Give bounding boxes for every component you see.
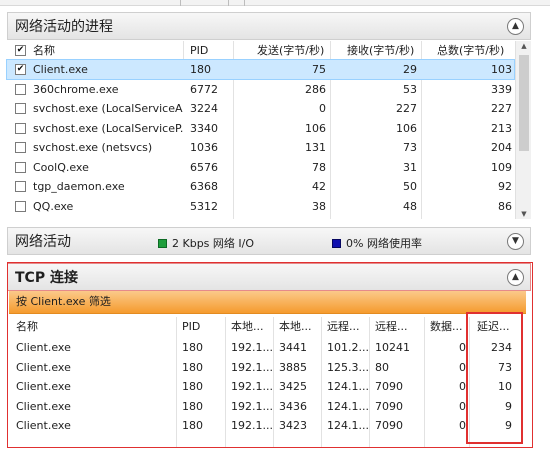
process-pid: 3340 [190, 121, 218, 135]
process-name: QQ.exe [33, 199, 74, 213]
network-io-label: 2 Kbps 网络 I/O [172, 237, 255, 250]
process-pid: 5312 [190, 199, 218, 213]
process-recv: 53 [403, 82, 417, 96]
activity-section-title: 网络活动 [15, 234, 71, 250]
tab-divider [180, 0, 181, 6]
process-send: 106 [305, 121, 326, 135]
process-row[interactable]: ✔ Client.exe 180 75 29 103 [6, 59, 515, 80]
chevron-down-icon[interactable]: ▼ [507, 233, 524, 250]
column-header-recv[interactable]: 接收(字节/秒) [347, 41, 417, 60]
activity-section-header[interactable]: 网络活动 2 Kbps 网络 I/O 0% 网络使用率 ▼ [7, 227, 531, 255]
processes-section-title: 网络活动的进程 [15, 19, 113, 35]
process-name: 360chrome.exe [33, 82, 119, 96]
process-send: 38 [312, 199, 326, 213]
process-recv: 106 [396, 121, 417, 135]
scrollbar-thumb[interactable] [519, 55, 529, 151]
process-recv: 227 [396, 102, 417, 115]
process-name: tgp_daemon.exe [33, 180, 125, 193]
process-name: svchost.exe (LocalServiceA... [33, 102, 183, 115]
process-send: 131 [305, 141, 326, 154]
tab-divider [228, 0, 229, 6]
process-pid: 180 [190, 63, 211, 76]
process-checkbox[interactable] [15, 181, 26, 192]
tcp-section-highlight [7, 262, 533, 448]
network-io-legend: 2 Kbps 网络 I/O [158, 235, 254, 251]
process-total: 204 [491, 141, 512, 154]
process-pid: 1036 [190, 141, 218, 154]
tab-divider [244, 0, 245, 6]
scroll-down-icon[interactable]: ▼ [516, 210, 532, 218]
process-total: 227 [491, 102, 512, 115]
process-name: Client.exe [33, 63, 88, 76]
process-checkbox[interactable] [15, 83, 26, 95]
process-checkbox[interactable] [15, 161, 26, 173]
process-recv: 31 [403, 160, 417, 174]
process-send: 75 [312, 63, 326, 76]
process-recv: 73 [403, 141, 417, 154]
process-send: 42 [312, 180, 326, 193]
select-all-checkbox[interactable]: ✔ [15, 45, 26, 56]
process-recv: 48 [403, 199, 417, 213]
process-total: 103 [491, 63, 512, 76]
latency-column-highlight [466, 312, 523, 444]
process-checkbox[interactable] [15, 122, 26, 134]
process-total: 92 [498, 180, 512, 193]
column-header-send[interactable]: 发送(字节/秒) [257, 41, 327, 60]
network-io-swatch [158, 239, 167, 248]
process-checkbox[interactable]: ✔ [15, 64, 26, 75]
process-pid: 6576 [190, 160, 218, 174]
process-total: 213 [491, 121, 512, 135]
process-recv: 29 [403, 63, 417, 76]
process-total: 339 [491, 82, 512, 96]
chevron-up-icon[interactable]: ▲ [507, 18, 524, 35]
processes-scrollbar[interactable]: ▲ ▼ [515, 41, 531, 219]
processes-table: ✔ 名称 PID 发送(字节/秒) 接收(字节/秒) 总数(字节/秒) ✔ Cli… [6, 41, 515, 219]
process-total: 86 [498, 199, 512, 213]
process-pid: 3224 [190, 102, 218, 115]
top-tab-strip [0, 0, 550, 6]
process-row[interactable]: svchost.exe (netsvcs) 1036 131 73 204 [7, 138, 514, 157]
column-divider [183, 41, 184, 60]
processes-section-header[interactable]: 网络活动的进程 ▲ [7, 12, 531, 40]
column-header-total[interactable]: 总数(字节/秒) [437, 41, 513, 60]
process-row[interactable]: svchost.exe (LocalServiceP... 3340 106 106 2… [7, 119, 514, 138]
process-row[interactable]: CoolQ.exe 6576 78 31 109 [7, 158, 514, 177]
column-header-pid[interactable]: PID [190, 41, 234, 60]
process-name: CoolQ.exe [33, 160, 89, 174]
process-name: svchost.exe (netsvcs) [33, 141, 153, 154]
process-checkbox[interactable] [15, 103, 26, 114]
process-send: 78 [312, 160, 326, 174]
process-row[interactable]: QQ.exe 5312 38 48 86 [7, 197, 514, 216]
process-checkbox[interactable] [15, 200, 26, 212]
process-send: 286 [305, 82, 326, 96]
process-pid: 6368 [190, 180, 218, 193]
network-usage-swatch [332, 239, 341, 248]
process-pid: 6772 [190, 82, 218, 96]
network-usage-legend: 0% 网络使用率 [332, 235, 422, 251]
processes-header-row: ✔ 名称 PID 发送(字节/秒) 接收(字节/秒) 总数(字节/秒) [7, 41, 514, 60]
process-name: svchost.exe (LocalServiceP... [33, 121, 183, 135]
process-send: 0 [319, 102, 326, 115]
process-row[interactable]: 360chrome.exe 6772 286 53 339 [7, 80, 514, 99]
process-total: 109 [491, 160, 512, 174]
column-header-name[interactable]: 名称 [33, 41, 183, 60]
scroll-up-icon[interactable]: ▲ [516, 42, 532, 50]
network-usage-label: 0% 网络使用率 [346, 237, 422, 250]
process-row[interactable]: svchost.exe (LocalServiceA... 3224 0 227 227 [7, 99, 514, 118]
process-recv: 50 [403, 180, 417, 193]
process-checkbox[interactable] [15, 142, 26, 153]
process-row[interactable]: tgp_daemon.exe 6368 42 50 92 [7, 177, 514, 196]
